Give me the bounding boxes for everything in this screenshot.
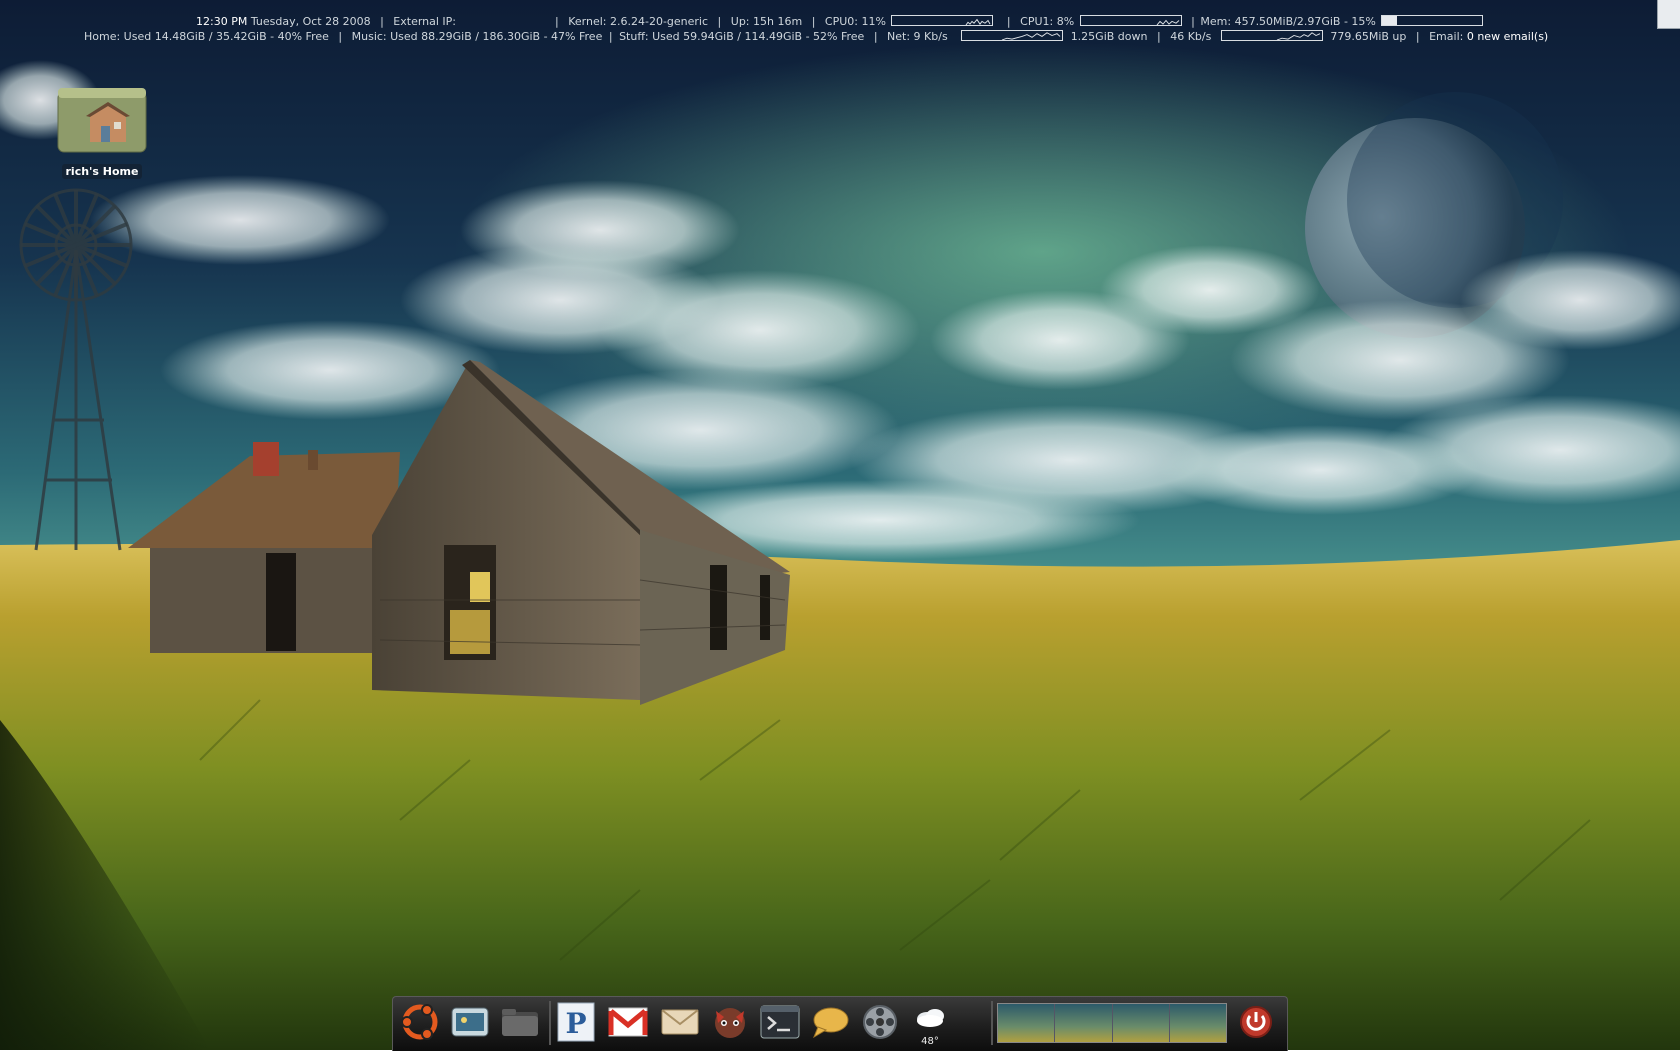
separator: | bbox=[1415, 30, 1420, 43]
folder-icon[interactable] bbox=[497, 999, 543, 1045]
kernel-version: Kernel: 2.6.24-20-generic bbox=[568, 15, 709, 28]
email-count: 0 new email(s) bbox=[1466, 30, 1549, 43]
separator: | bbox=[338, 30, 343, 43]
cpu0-label: CPU0: 11% bbox=[824, 15, 886, 28]
separator: | bbox=[555, 15, 559, 28]
weather-cloud-icon[interactable]: 48° bbox=[907, 999, 953, 1049]
desktop-wallpaper bbox=[0, 0, 1680, 1050]
desktop-icon-home[interactable]: rich's Home bbox=[54, 84, 150, 179]
separator: | bbox=[1156, 30, 1161, 43]
memory-bar-fill bbox=[1382, 16, 1398, 25]
separator: | bbox=[1006, 15, 1011, 28]
mail-envelope-icon[interactable] bbox=[657, 999, 703, 1045]
net-down-rate: Net: 9 Kb/s bbox=[887, 30, 948, 43]
conky-row-bottom: Home: Used 14.48GiB / 35.42GiB - 40% Fre… bbox=[84, 29, 1548, 44]
home-icon-label: rich's Home bbox=[61, 164, 143, 179]
film-reel-icon[interactable] bbox=[857, 999, 903, 1045]
net-up-total: 779.65MiB up bbox=[1330, 30, 1407, 43]
workspace-pager[interactable] bbox=[997, 1003, 1227, 1043]
workspace-2[interactable] bbox=[1055, 1004, 1113, 1042]
cpu1-label: CPU1: 8% bbox=[1020, 15, 1075, 28]
dock-panel: P 48° bbox=[392, 996, 1288, 1051]
svg-text:P: P bbox=[565, 1007, 586, 1040]
home-disk-usage: Home: Used 14.48GiB / 35.42GiB - 40% Fre… bbox=[84, 30, 329, 43]
net-down-total: 1.25GiB down bbox=[1070, 30, 1148, 43]
memory-label: Mem: 457.50MiB/2.97GiB - 15% bbox=[1200, 15, 1376, 28]
separator: | bbox=[717, 15, 722, 28]
separator: | bbox=[811, 15, 816, 28]
separator: | bbox=[873, 30, 878, 43]
cpu0-graph bbox=[891, 15, 994, 26]
separator: | bbox=[1191, 15, 1195, 28]
corner-panel-toggle[interactable] bbox=[1657, 0, 1680, 29]
email-label: Email: bbox=[1429, 30, 1464, 43]
firefox-icon[interactable] bbox=[707, 999, 753, 1045]
power-button-icon[interactable] bbox=[1233, 999, 1279, 1045]
net-down-graph bbox=[961, 30, 1064, 41]
pidgin-p-icon[interactable]: P bbox=[553, 999, 599, 1045]
clock-time: 12:30 PM bbox=[196, 15, 248, 28]
workspace-3[interactable] bbox=[1112, 1004, 1170, 1042]
uptime: Up: 15h 16m bbox=[730, 15, 803, 28]
workspace-1[interactable] bbox=[998, 1004, 1056, 1042]
chat-bubble-icon[interactable] bbox=[807, 999, 853, 1045]
net-up-graph bbox=[1220, 30, 1323, 41]
cpu1-graph bbox=[1079, 15, 1182, 26]
screenshot-app-icon[interactable] bbox=[447, 999, 493, 1045]
external-ip-label: External IP: bbox=[393, 15, 457, 28]
wallpaper-scene bbox=[0, 0, 1680, 1050]
net-up-rate: 46 Kb/s bbox=[1170, 30, 1212, 43]
memory-bar bbox=[1381, 15, 1484, 26]
separator: | bbox=[608, 30, 613, 43]
music-disk-usage: Music: Used 88.29GiB / 186.30GiB - 47% F… bbox=[351, 30, 603, 43]
clock-date: Tuesday, Oct 28 2008 bbox=[250, 15, 371, 28]
stuff-disk-usage: Stuff: Used 59.94GiB / 114.49GiB - 52% F… bbox=[619, 30, 865, 43]
weather-temperature: 48° bbox=[921, 1036, 939, 1047]
terminal-icon[interactable] bbox=[757, 999, 803, 1045]
separator: | bbox=[380, 15, 384, 28]
workspace-4[interactable] bbox=[1169, 1004, 1226, 1042]
ubuntu-menu-icon[interactable] bbox=[397, 999, 443, 1045]
conky-row-top: 12:30 PM Tuesday, Oct 28 2008 | External… bbox=[196, 14, 1487, 29]
dock-separator bbox=[991, 1001, 993, 1045]
home-folder-icon bbox=[57, 88, 147, 153]
dock-separator bbox=[549, 1001, 551, 1045]
gmail-icon[interactable] bbox=[605, 999, 651, 1045]
